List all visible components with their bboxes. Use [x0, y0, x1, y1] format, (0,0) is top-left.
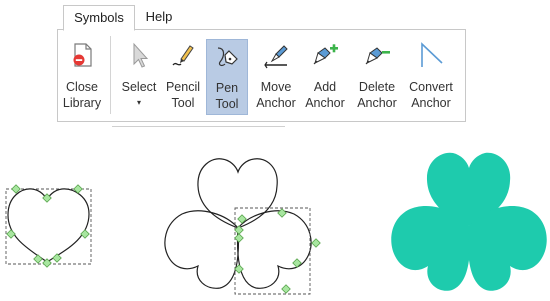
close-library-button[interactable]: Close Library	[58, 39, 106, 115]
pen-nib-icon	[217, 47, 238, 67]
group-separator	[110, 36, 111, 114]
close-library-label-2: Library	[62, 96, 102, 110]
select-button[interactable]: Select ▾	[118, 39, 160, 115]
move-anchor-label-1: Move	[260, 80, 292, 94]
select-dropdown-arrow[interactable]: ▾	[118, 98, 160, 107]
move-anchor-label-2: Anchor	[256, 96, 296, 110]
tab-symbols[interactable]: Symbols	[63, 5, 135, 31]
add-anchor-label-1: Add	[313, 80, 337, 94]
tab-help[interactable]: Help	[138, 5, 180, 29]
convert-anchor-label-1: Convert	[409, 80, 453, 94]
anchor-points	[6, 184, 90, 268]
pencil-tool-button[interactable]: Pencil Tool	[162, 39, 204, 115]
pen-tool-label-1: Pen	[215, 81, 239, 95]
cursor-arrow-icon	[133, 42, 149, 68]
clover-right-leaf	[236, 210, 312, 289]
pen-tool-label-2: Tool	[215, 97, 239, 111]
pen-tool-button[interactable]: Pen Tool	[206, 39, 248, 115]
clover-left-leaf	[164, 210, 240, 289]
ribbon-panel: Close Library Select ▾ Pencil Tool Pen T…	[57, 29, 466, 127]
heart-shape-with-anchors[interactable]	[5, 184, 92, 268]
close-library-label-1: Close	[66, 80, 98, 94]
pencil-icon	[172, 45, 194, 66]
clover-top-leaf	[197, 158, 278, 229]
drawing-canvas[interactable]	[0, 125, 550, 301]
ribbon-tab-bar: Symbols Help	[0, 0, 550, 31]
delete-anchor-button[interactable]: Delete Anchor	[354, 39, 400, 115]
close-library-icon	[73, 43, 92, 67]
clover-filled-shape[interactable]	[391, 152, 547, 291]
pencil-tool-label-2: Tool	[171, 96, 195, 110]
add-anchor-label-2: Anchor	[305, 96, 345, 110]
delete-anchor-label-2: Anchor	[357, 96, 397, 110]
pencil-tool-label-1: Pencil	[165, 80, 201, 94]
select-label: Select	[121, 80, 157, 94]
convert-anchor-icon	[421, 42, 443, 67]
pen-plus-icon	[313, 44, 338, 65]
pen-move-icon	[264, 45, 288, 69]
add-anchor-button[interactable]: Add Anchor	[302, 39, 348, 115]
move-anchor-button[interactable]: Move Anchor	[254, 39, 298, 115]
pen-minus-icon	[365, 47, 390, 65]
convert-anchor-button[interactable]: Convert Anchor	[404, 39, 458, 115]
delete-anchor-label-1: Delete	[358, 80, 396, 94]
convert-anchor-label-2: Anchor	[411, 96, 451, 110]
clover-anchor-points	[234, 208, 321, 294]
